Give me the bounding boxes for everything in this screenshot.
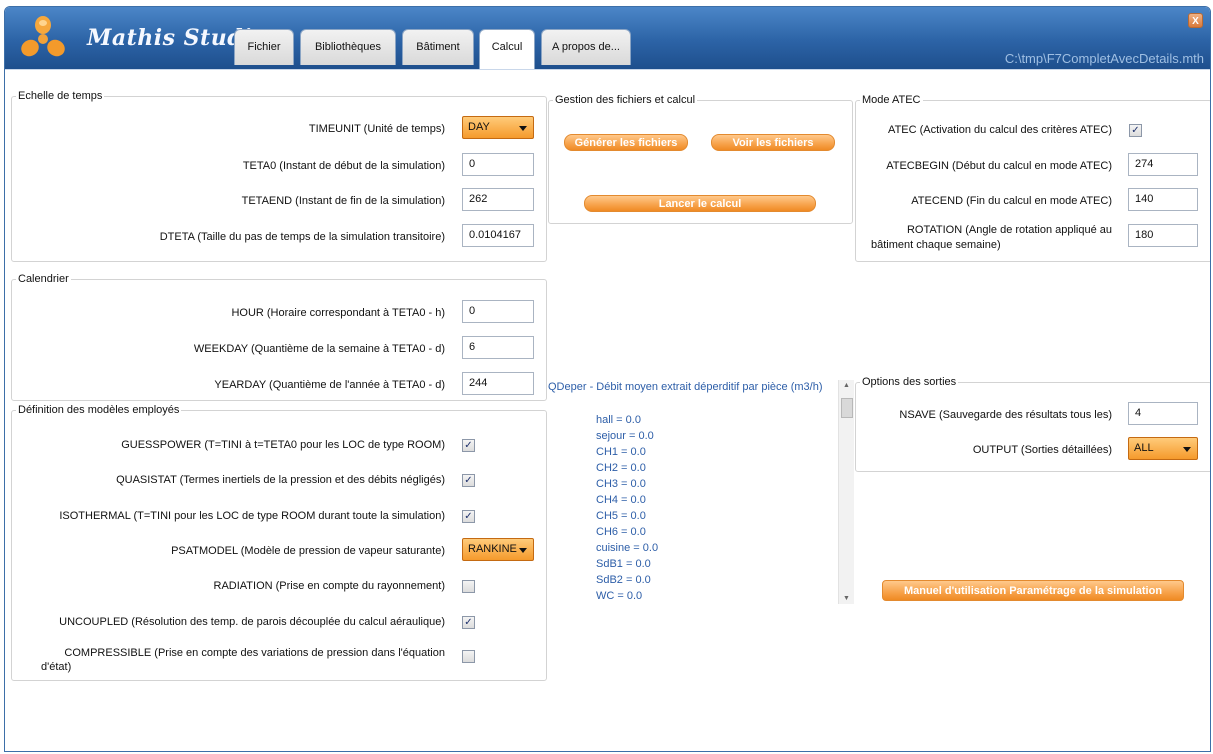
quasistat-label: QUASISTAT (Termes inertiels de la pressi… <box>116 474 445 486</box>
output-label: OUTPUT (Sorties détaillées) <box>972 444 1112 456</box>
compressible-label-line1: COMPRESSIBLE (Prise en compte des variat… <box>64 647 445 659</box>
calcul-panel: Echelle de temps TIMEUNIT (Unité de temp… <box>5 69 1210 751</box>
uncoupled-label: UNCOUPLED (Résolution des temp. de paroi… <box>59 616 445 628</box>
yearday-label: YEARDAY (Quantième de l'année à TETA0 - … <box>214 379 445 391</box>
timeunit-label: TIMEUNIT (Unité de temps) <box>308 123 445 135</box>
atecbegin-input[interactable]: 274 <box>1128 153 1198 176</box>
list-item: CH5 = 0.0 <box>596 510 646 522</box>
tetaend-label: TETAEND (Instant de fin de la simulation… <box>241 195 445 207</box>
timeunit-select[interactable]: DAY <box>462 116 534 139</box>
chevron-down-icon <box>519 548 527 553</box>
app-logo-icon <box>21 16 65 57</box>
nsave-label: NSAVE (Sauvegarde des résultats tous les… <box>899 409 1112 421</box>
view-files-button[interactable]: Voir les fichiers <box>711 134 835 151</box>
hour-label: HOUR (Horaire correspondant à TETA0 - h) <box>231 307 445 319</box>
atec-checkbox[interactable]: ✓ <box>1129 124 1142 137</box>
list-item: sejour = 0.0 <box>596 430 654 442</box>
teta0-label: TETA0 (Instant de début de la simulation… <box>242 160 445 172</box>
group-sorties-legend: Options des sorties <box>862 376 957 388</box>
scrollbar-thumb[interactable] <box>841 398 853 418</box>
group-gestion-legend: Gestion des fichiers et calcul <box>555 94 696 106</box>
psatmodel-value: RANKINE <box>468 543 517 555</box>
list-item: CH6 = 0.0 <box>596 526 646 538</box>
scroll-down-icon[interactable]: ▼ <box>843 595 850 602</box>
tetaend-input[interactable]: 262 <box>462 188 534 211</box>
list-item: CH2 = 0.0 <box>596 462 646 474</box>
uncoupled-checkbox[interactable]: ✓ <box>462 616 475 629</box>
compressible-checkbox[interactable] <box>462 650 475 663</box>
guesspower-checkbox[interactable]: ✓ <box>462 439 475 452</box>
list-item: CH1 = 0.0 <box>596 446 646 458</box>
chevron-down-icon <box>519 126 527 131</box>
tab-bibliotheques[interactable]: Bibliothèques <box>300 29 396 65</box>
qdeper-results[interactable]: QDeper - Débit moyen extrait déperditif … <box>548 380 854 604</box>
isothermal-checkbox[interactable]: ✓ <box>462 510 475 523</box>
atecend-label: ATECEND (Fin du calcul en mode ATEC) <box>911 195 1112 207</box>
atec-label: ATEC (Activation du calcul des critères … <box>888 124 1112 136</box>
atecbegin-label: ATECBEGIN (Début du calcul en mode ATEC) <box>886 160 1112 172</box>
radiation-checkbox[interactable] <box>462 580 475 593</box>
output-select[interactable]: ALL <box>1128 437 1198 460</box>
group-modeles-legend: Définition des modèles employés <box>18 404 180 416</box>
psatmodel-label: PSATMODEL (Modèle de pression de vapeur … <box>171 545 445 557</box>
group-calendrier-legend: Calendrier <box>18 273 69 285</box>
isothermal-label: ISOTHERMAL (T=TINI pour les LOC de type … <box>59 510 445 522</box>
user-manual-button[interactable]: Manuel d'utilisation Paramétrage de la s… <box>882 580 1184 601</box>
weekday-label: WEEKDAY (Quantième de la semaine à TETA0… <box>193 343 445 355</box>
timeunit-value: DAY <box>468 121 490 133</box>
list-item: cuisine = 0.0 <box>596 542 659 554</box>
list-item: SdB2 = 0.0 <box>596 574 651 586</box>
output-value: ALL <box>1134 442 1154 454</box>
rotation-input[interactable]: 180 <box>1128 224 1198 247</box>
qdeper-scrollbar[interactable]: ▲ ▼ <box>838 380 854 604</box>
dteta-input[interactable]: 0.0104167 <box>462 224 534 247</box>
run-calculation-button[interactable]: Lancer le calcul <box>584 195 816 212</box>
teta0-input[interactable]: 0 <box>462 153 534 176</box>
psatmodel-select[interactable]: RANKINE <box>462 538 534 561</box>
hour-input[interactable]: 0 <box>462 300 534 323</box>
qdeper-title: QDeper - Débit moyen extrait déperditif … <box>548 381 823 393</box>
scroll-up-icon[interactable]: ▲ <box>843 382 850 389</box>
nsave-input[interactable]: 4 <box>1128 402 1198 425</box>
rotation-label-line2: bâtiment chaque semaine) <box>871 239 1001 251</box>
group-atec-legend: Mode ATEC <box>862 94 921 106</box>
generate-files-button[interactable]: Générer les fichiers <box>564 134 688 151</box>
weekday-input[interactable]: 6 <box>462 336 534 359</box>
list-item: hall = 0.0 <box>596 414 641 426</box>
group-echelle-legend: Echelle de temps <box>18 90 103 102</box>
app-window: Mathis Studio Fichier Bibliothèques Bâti… <box>4 6 1211 752</box>
tab-calcul[interactable]: Calcul <box>479 29 535 69</box>
file-path: C:\tmp\F7CompletAvecDetails.mth <box>1004 51 1204 66</box>
quasistat-checkbox[interactable]: ✓ <box>462 474 475 487</box>
guesspower-label: GUESSPOWER (T=TINI à t=TETA0 pour les LO… <box>121 439 445 451</box>
list-item: CH4 = 0.0 <box>596 494 646 506</box>
title-bar: Mathis Studio Fichier Bibliothèques Bâti… <box>5 7 1210 69</box>
tab-fichier[interactable]: Fichier <box>234 29 294 65</box>
radiation-label: RADIATION (Prise en compte du rayonnemen… <box>213 580 446 592</box>
atecend-input[interactable]: 140 <box>1128 188 1198 211</box>
compressible-label-line2: d'état) <box>41 661 72 673</box>
tab-a-propos[interactable]: A propos de... <box>541 29 631 65</box>
yearday-input[interactable]: 244 <box>462 372 534 395</box>
dteta-label: DTETA (Taille du pas de temps de la simu… <box>159 231 445 243</box>
close-icon[interactable]: X <box>1188 13 1203 28</box>
list-item: WC = 0.0 <box>596 590 643 602</box>
rotation-label-line1: ROTATION (Angle de rotation appliqué au <box>906 224 1112 236</box>
list-item: CH3 = 0.0 <box>596 478 646 490</box>
tab-batiment[interactable]: Bâtiment <box>402 29 474 65</box>
list-item: SdB1 = 0.0 <box>596 558 651 570</box>
chevron-down-icon <box>1183 447 1191 452</box>
